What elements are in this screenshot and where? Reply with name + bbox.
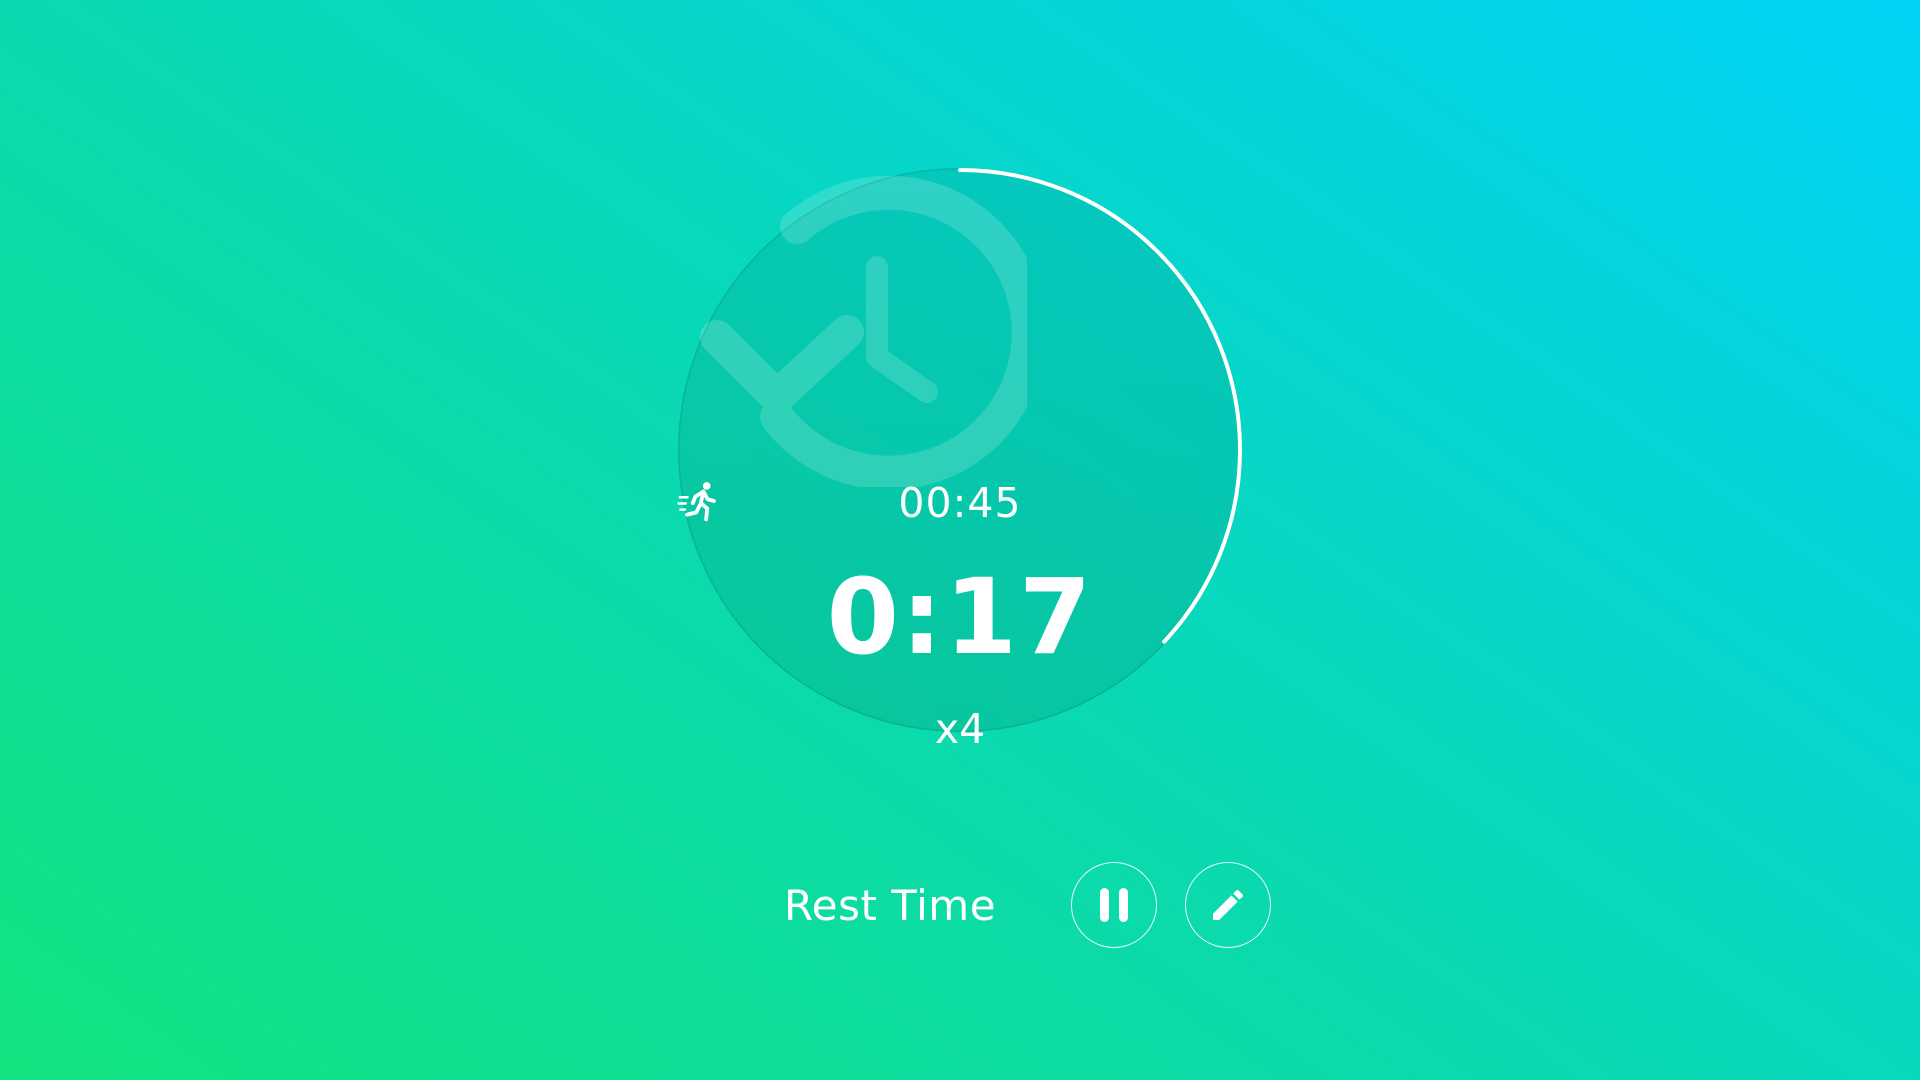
edit-button[interactable]: [1185, 862, 1271, 948]
pause-icon: [1100, 888, 1128, 922]
countdown-display: 0:17: [826, 556, 1094, 678]
rounds-count: x4: [934, 705, 986, 753]
interval-time: 00:45: [898, 479, 1022, 527]
timer-dial: 00:45 0:17 x4: [677, 167, 1243, 753]
pencil-icon: [1213, 889, 1244, 920]
running-person-icon: [677, 482, 716, 522]
pause-button[interactable]: [1071, 862, 1157, 948]
interval-row: 00:45: [677, 479, 1243, 527]
phase-label: Rest Time: [783, 881, 997, 930]
